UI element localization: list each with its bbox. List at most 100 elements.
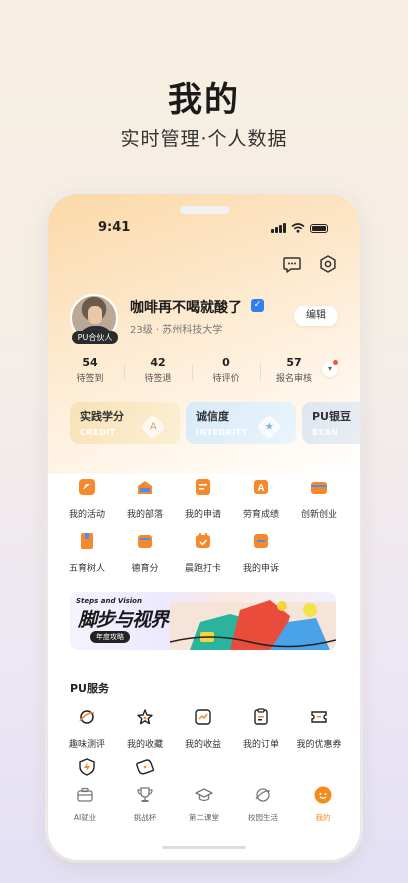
- banner-illustration: [170, 600, 336, 650]
- bottom-tab-bar: AI就业 挑战杯 第二课堂 校园生活 我的: [48, 782, 360, 830]
- briefcase-icon: [77, 787, 93, 802]
- profile-icon: [314, 786, 332, 804]
- integrity-card[interactable]: 诚信度 INTEGRITY ★: [186, 402, 296, 444]
- message-icon[interactable]: [282, 254, 302, 274]
- card-title: 诚信度: [196, 410, 229, 423]
- status-icons: [271, 223, 328, 233]
- grid-item-label: 我的申诉: [242, 564, 279, 574]
- service-label: 我的优惠券: [296, 740, 342, 750]
- expand-stats-button[interactable]: ▾: [322, 360, 338, 377]
- tab-label: 校园生活: [248, 813, 278, 822]
- phone-screen: 9:41 PU合伙人 咖啡再不喝就酸了 ✓ 23级 · 苏州科技大学 编辑 54…: [48, 194, 360, 860]
- score-cards: 实践学分 CREDIT A 诚信度 INTEGRITY ★ PU银豆 BEAN: [70, 402, 360, 444]
- planet-icon: [79, 710, 95, 724]
- chat-bubble-icon: [135, 759, 155, 775]
- calendar-check-icon: [196, 533, 210, 548]
- stat-label: 报名审核: [275, 374, 312, 384]
- tab-label: AI就业: [73, 813, 97, 822]
- coupon-icon: [311, 711, 327, 723]
- planet-icon: [255, 788, 271, 802]
- stat-value: 57: [286, 356, 302, 369]
- grid-item-my-activities[interactable]: 我的活动: [58, 478, 116, 520]
- card-subtitle: INTEGRITY: [196, 428, 249, 437]
- banner-title: 脚步与视界: [78, 609, 169, 631]
- camera-notch: [180, 206, 230, 214]
- banner-tag: 年度攻略: [90, 631, 130, 643]
- wifi-icon: [291, 223, 305, 233]
- card-subtitle: CREDIT: [80, 428, 116, 437]
- flag-icon: [79, 479, 95, 495]
- star-icon: [137, 709, 153, 725]
- grid-item-label: 晨跑打卡: [184, 564, 221, 574]
- trophy-icon: [137, 787, 153, 802]
- settings-icon[interactable]: [318, 254, 338, 274]
- stat-value: 42: [150, 356, 166, 369]
- stat-to-review[interactable]: 0 待评价: [192, 356, 260, 384]
- battery-icon: [310, 224, 328, 233]
- pu-bean-card[interactable]: PU银豆 BEAN: [302, 402, 360, 444]
- school-info: 23级 · 苏州科技大学: [130, 325, 223, 336]
- stat-label: 待签到: [76, 374, 104, 384]
- tab-ai-employment[interactable]: AI就业: [54, 786, 116, 823]
- promo-subtitle: 实时管理·个人数据: [120, 128, 288, 150]
- service-coupons[interactable]: 我的优惠券: [290, 708, 348, 750]
- partner-badge: PU合伙人: [72, 331, 118, 344]
- card-subtitle: BEAN: [312, 428, 339, 437]
- tab-second-classroom[interactable]: 第二课堂: [173, 786, 235, 823]
- grid-item-morality-score[interactable]: 德育分: [116, 532, 174, 574]
- grid-item-labor-grades[interactable]: A 劳育成绩: [232, 478, 290, 520]
- grid-item-label: 劳育成绩: [242, 510, 279, 520]
- grid-item-morning-run[interactable]: 晨跑打卡: [174, 532, 232, 574]
- grid-item-label: 德育分: [131, 564, 159, 574]
- promo-banner[interactable]: Steps and Vision 脚步与视界 年度攻略: [70, 592, 336, 650]
- tab-profile[interactable]: 我的: [292, 786, 354, 823]
- services-title: PU服务: [70, 682, 109, 695]
- notification-dot: [333, 360, 338, 365]
- graduation-cap-icon: [195, 788, 213, 802]
- grid-item-my-applications[interactable]: 我的申请: [174, 478, 232, 520]
- grid-item-label: 五育树人: [68, 564, 105, 574]
- stat-label: 待签退: [144, 374, 172, 384]
- tab-label: 挑战杯: [133, 813, 157, 822]
- tribe-icon: [138, 481, 152, 494]
- verified-icon: ✓: [251, 299, 264, 312]
- briefcase-icon: [311, 482, 327, 494]
- appeal-icon: [254, 534, 268, 548]
- service-label: 我的收藏: [126, 740, 163, 750]
- order-icon: [254, 708, 268, 725]
- book-icon: [81, 533, 93, 549]
- grid-item-my-appeals[interactable]: 我的申诉: [232, 532, 290, 574]
- status-bar: 9:41: [48, 220, 360, 240]
- stat-to-sign-out[interactable]: 42 待签退: [124, 356, 192, 384]
- service-fun-assessment[interactable]: 趣味测评: [58, 708, 116, 750]
- tab-label: 第二课堂: [189, 813, 219, 822]
- stat-label: 待评价: [212, 374, 240, 384]
- morality-icon: [138, 535, 152, 548]
- stat-registration-review[interactable]: 57 报名审核: [260, 356, 328, 384]
- grid-item-label: 我的申请: [184, 510, 221, 520]
- service-favorites[interactable]: 我的收藏: [116, 708, 174, 750]
- credit-card[interactable]: 实践学分 CREDIT A: [70, 402, 180, 444]
- card-title: PU银豆: [312, 410, 351, 423]
- service-earnings[interactable]: 我的收益: [174, 708, 232, 750]
- tab-campus-life[interactable]: 校园生活: [232, 786, 294, 823]
- grid-item-label: 我的活动: [68, 510, 105, 520]
- grid-item-innovation[interactable]: 创新创业: [290, 478, 348, 520]
- stat-value: 0: [222, 356, 230, 369]
- grade-icon: A: [254, 480, 268, 494]
- chevron-down-icon: ▾: [327, 364, 332, 373]
- tab-challenge-cup[interactable]: 挑战杯: [114, 786, 176, 823]
- service-label: 趣味测评: [68, 740, 105, 750]
- status-time: 9:41: [98, 220, 131, 235]
- grid-item-label: 我的部落: [126, 510, 163, 520]
- service-label: 我的收益: [184, 740, 221, 750]
- promo-title: 我的: [168, 80, 240, 120]
- stat-to-sign-in[interactable]: 54 待签到: [56, 356, 124, 384]
- service-orders[interactable]: 我的订单: [232, 708, 290, 750]
- edit-profile-button[interactable]: 编辑: [294, 306, 338, 326]
- signal-icon: [271, 223, 286, 233]
- application-icon: [196, 479, 210, 495]
- grid-item-five-education[interactable]: 五育树人: [58, 532, 116, 574]
- grid-item-my-tribe[interactable]: 我的部落: [116, 478, 174, 520]
- lightning-icon: [79, 758, 95, 776]
